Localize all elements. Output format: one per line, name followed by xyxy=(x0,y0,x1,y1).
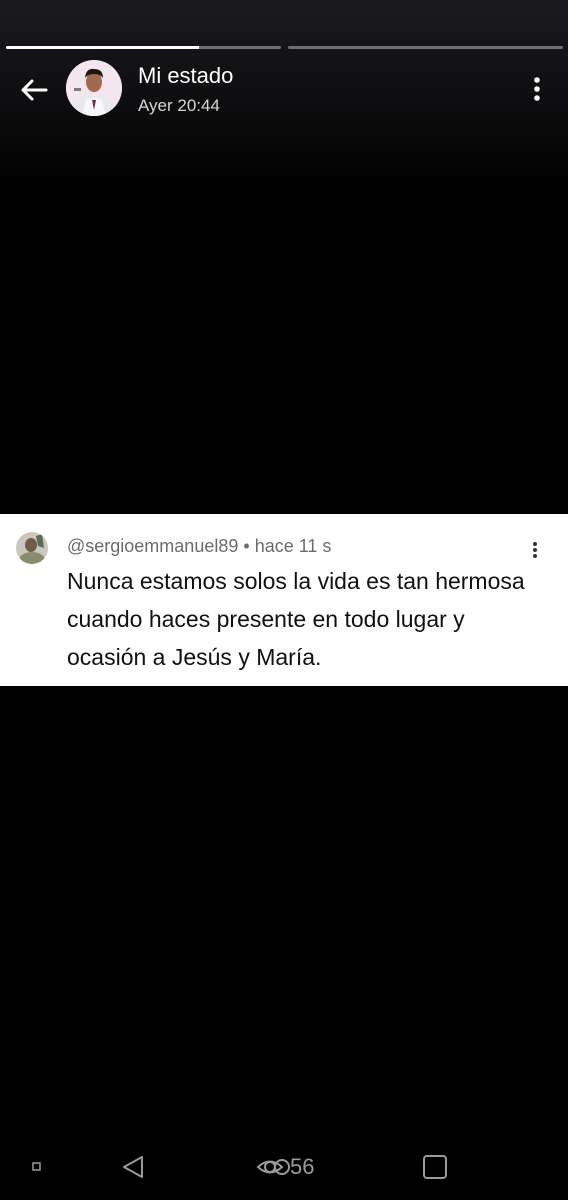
profile-avatar[interactable] xyxy=(66,60,122,116)
views-counter[interactable]: 56 xyxy=(256,1150,314,1184)
nav-home-button[interactable] xyxy=(418,1150,452,1184)
back-button[interactable] xyxy=(14,70,54,110)
more-vertical-icon xyxy=(533,542,537,558)
comment-time: hace 11 s xyxy=(254,536,332,556)
nav-menu-button[interactable] xyxy=(28,1158,44,1174)
comment-username[interactable]: @sergioemmanuel89 xyxy=(67,536,238,556)
nav-back-button[interactable] xyxy=(116,1150,150,1184)
comment-text: Nunca estamos solos la vida es tan hermo… xyxy=(67,568,525,670)
comment-card[interactable]: @sergioemmanuel89 • hace 11 s Nunca estamo… xyxy=(0,514,568,686)
views-count: 56 xyxy=(290,1154,315,1179)
meta-separator: • xyxy=(243,536,250,556)
story-progress-fill-1 xyxy=(6,46,199,49)
comment-more-button[interactable] xyxy=(524,536,546,564)
more-options-button[interactable] xyxy=(522,72,552,106)
square-home-icon xyxy=(423,1155,447,1179)
avatar-photo xyxy=(66,60,122,116)
small-square-icon xyxy=(31,1161,41,1171)
story-progress-1 xyxy=(6,46,281,49)
status-viewer-screen: Mi estado Ayer 20:44 @sergioemmanuel89 • h… xyxy=(0,0,568,1200)
triangle-back-icon xyxy=(123,1156,143,1178)
arrow-left-icon xyxy=(21,79,48,101)
status-timestamp: Ayer 20:44 xyxy=(138,96,220,115)
commenter-avatar-photo xyxy=(16,532,48,564)
more-vertical-icon xyxy=(534,77,540,101)
status-title: Mi estado xyxy=(138,63,234,88)
comment-meta: @sergioemmanuel89 • hace 11 s xyxy=(67,536,331,557)
commenter-avatar[interactable] xyxy=(16,532,48,564)
story-progress-2 xyxy=(288,46,563,49)
